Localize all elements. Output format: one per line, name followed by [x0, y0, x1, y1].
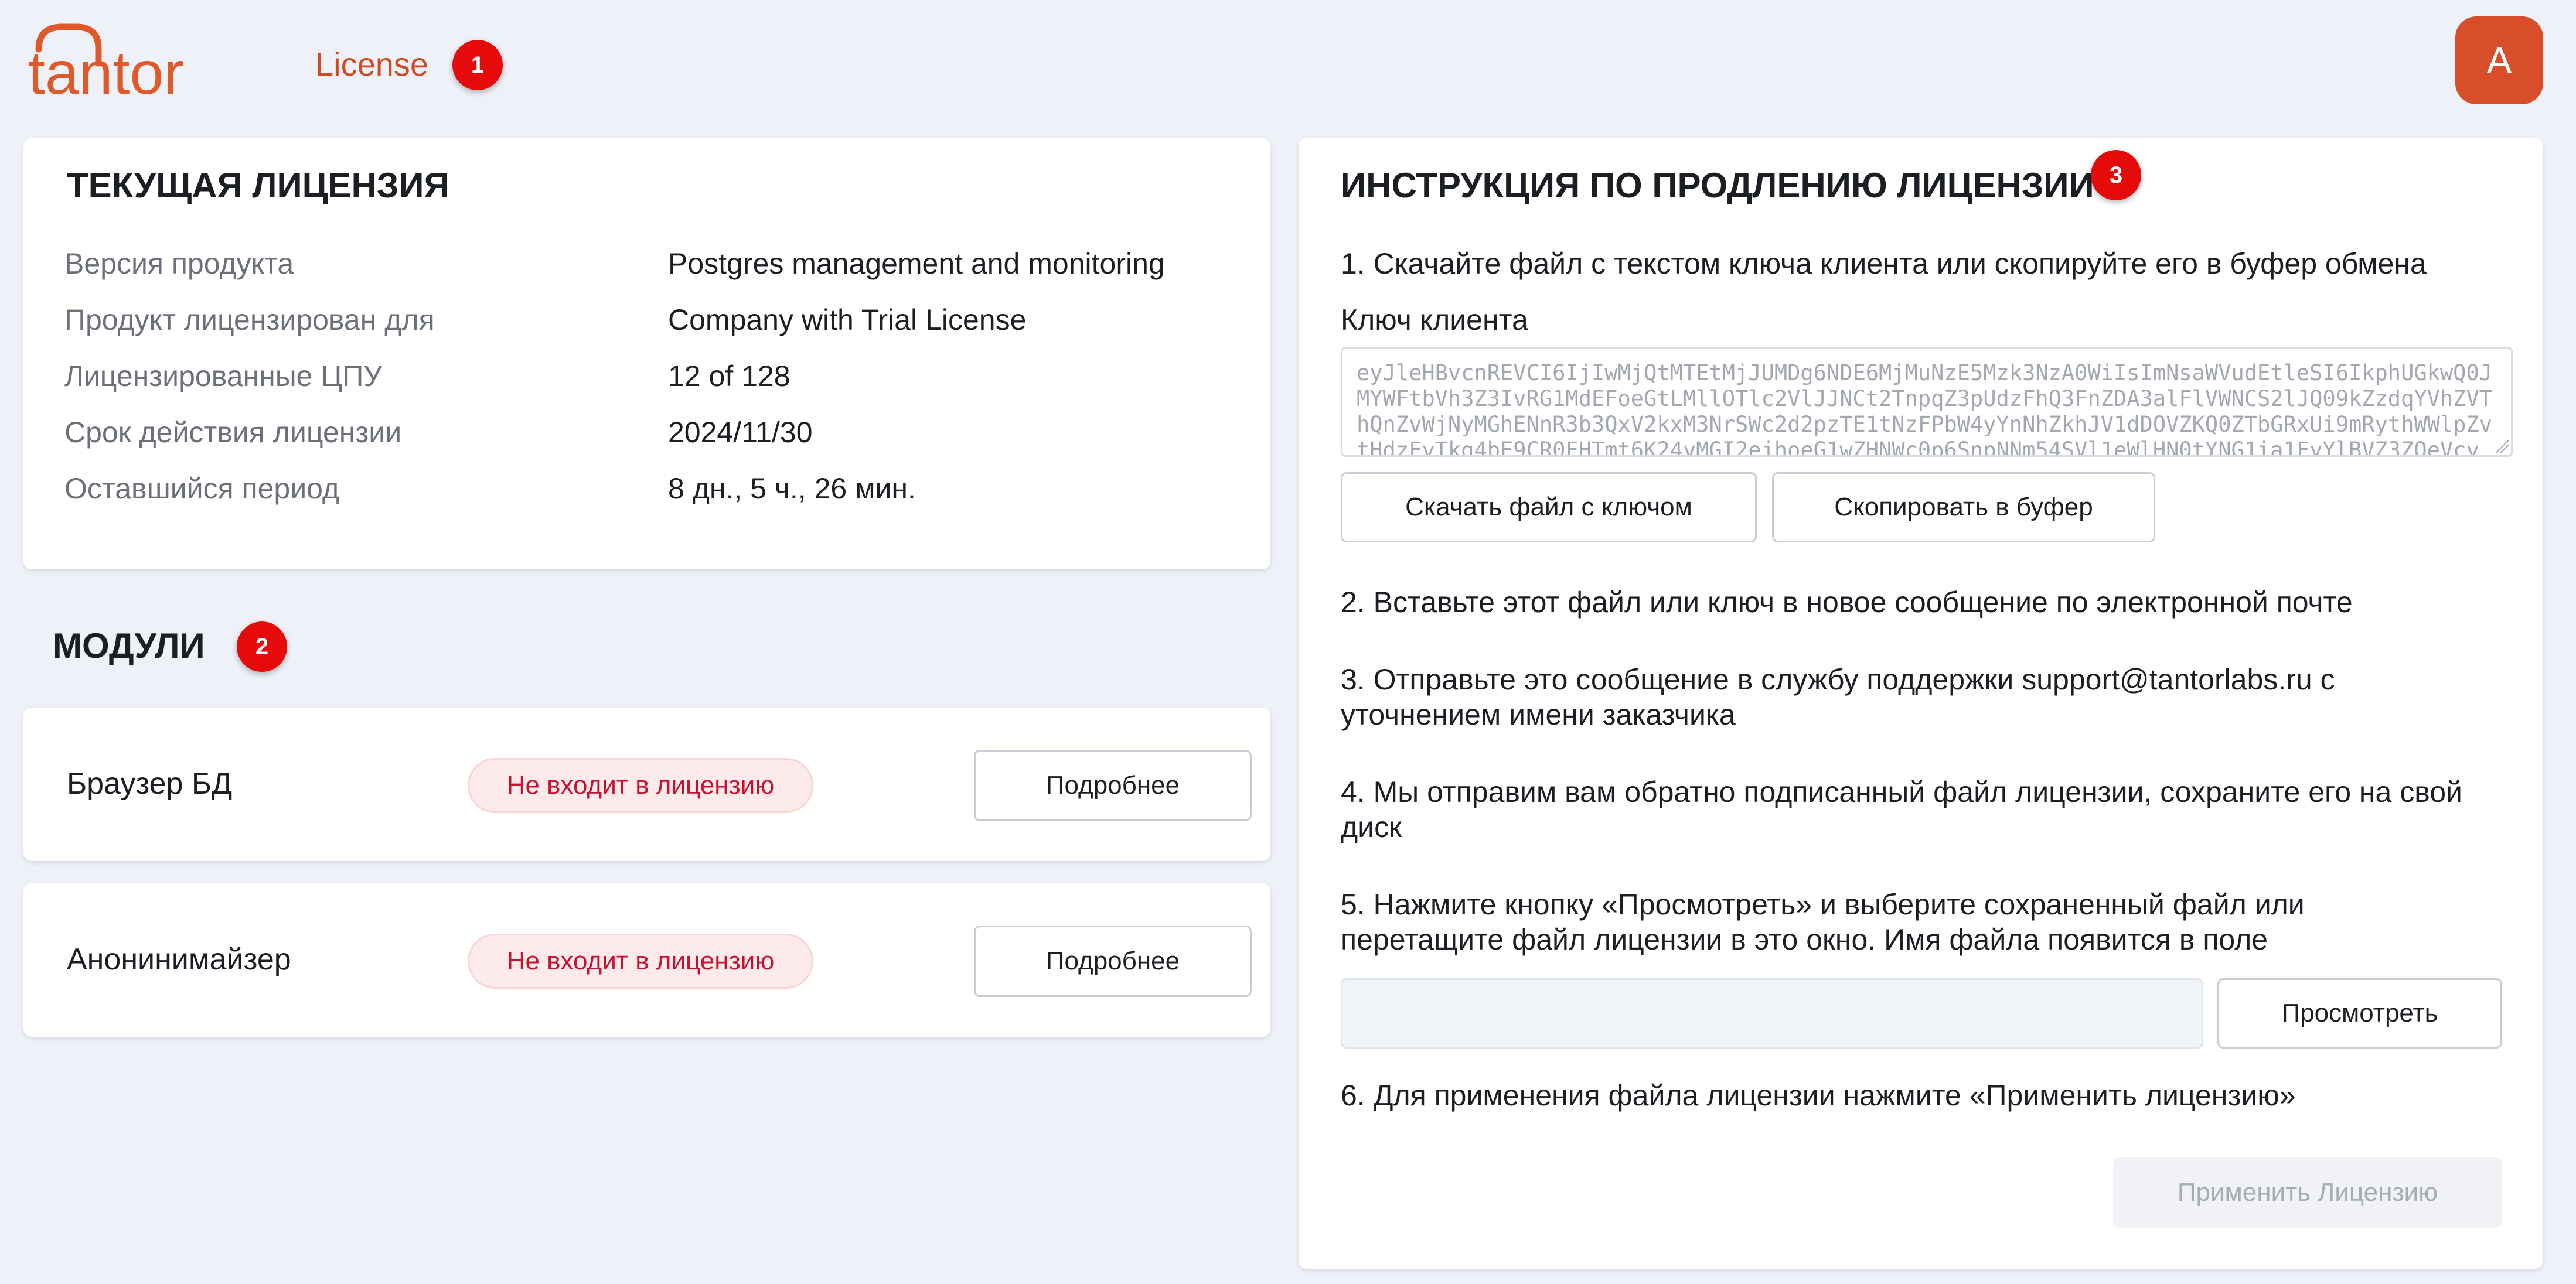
client-key-value: eyJleHBvcnREVCI6IjIwMjQtMTEtMjJUMDg6NDE6…	[1357, 360, 2493, 457]
license-row: Лицензированные ЦПУ 12 of 128	[64, 358, 1229, 394]
step-1-text: 1. Скачайте файл с текстом ключа клиента…	[1341, 247, 2427, 280]
license-row-value: 2024/11/30	[668, 416, 813, 449]
license-row-label: Лицензированные ЦПУ	[64, 360, 383, 392]
license-row-label: Версия продукта	[64, 247, 294, 280]
copy-key-button[interactable]: Скопировать в буфер	[1772, 472, 2155, 542]
license-row-value: Postgres management and monitoring	[668, 247, 1165, 280]
license-row-label: Продукт лицензирован для	[64, 303, 435, 336]
module-status-badge: Не входит в лицензию	[468, 758, 813, 813]
license-row-label: Оставшийся период	[64, 472, 340, 505]
apply-license-button[interactable]: Применить Лицензию	[2113, 1157, 2502, 1228]
step-2-text: 2. Вставьте этот файл или ключ в новое с…	[1341, 586, 2353, 619]
license-row: Продукт лицензирован для Company with Tr…	[64, 302, 1229, 337]
nav-badge: 1	[452, 40, 503, 90]
step-5-text: 5. Нажмите кнопку «Просмотреть» и выбери…	[1341, 888, 2305, 956]
license-row-value: 8 дн., 5 ч., 26 мин.	[668, 472, 916, 505]
client-key-label: Ключ клиента	[1341, 303, 1528, 336]
license-row-value: Company with Trial License	[668, 303, 1027, 336]
license-row: Версия продукта Postgres management and …	[64, 246, 1229, 281]
nav-license-link[interactable]: License	[315, 42, 428, 87]
logo-graphic: tantor	[28, 23, 184, 107]
tantor-logo[interactable]: tantor	[26, 22, 213, 107]
license-row-value: 12 of 128	[668, 360, 790, 392]
logo-text: tantor	[28, 39, 184, 102]
module-card: Браузер БД Не входит в лицензию Подробне…	[23, 708, 1270, 861]
module-status-badge: Не входит в лицензию	[468, 934, 813, 989]
instructions-card: ИНСТРУКЦИЯ ПО ПРОДЛЕНИЮ ЛИЦЕНЗИИ 3 1. Ск…	[1299, 138, 2543, 1269]
resize-handle-icon[interactable]	[2496, 440, 2509, 453]
module-details-button[interactable]: Подробнее	[974, 926, 1252, 997]
client-key-textarea[interactable]: eyJleHBvcnREVCI6IjIwMjQtMTEtMjJUMDg6NDE6…	[1341, 347, 2513, 457]
instructions-badge: 3	[2091, 150, 2141, 200]
modules-badge: 2	[237, 621, 287, 672]
download-key-button[interactable]: Скачать файл с ключом	[1341, 472, 1757, 542]
step-3-text: 3. Отправьте это сообщение в службу подд…	[1341, 663, 2335, 731]
module-details-button[interactable]: Подробнее	[974, 750, 1252, 821]
license-row-label: Срок действия лицензии	[64, 416, 402, 449]
current-license-card: ТЕКУЩАЯ ЛИЦЕНЗИЯ Версия продукта Postgre…	[23, 138, 1270, 569]
module-name: Браузер БД	[67, 767, 233, 801]
license-file-field[interactable]	[1341, 978, 2203, 1049]
step-4-text: 4. Мы отправим вам обратно подписанный ф…	[1341, 776, 2462, 844]
license-row: Оставшийся период 8 дн., 5 ч., 26 мин.	[64, 471, 1229, 506]
step-6-text: 6. Для применения файла лицензии нажмите…	[1341, 1079, 2296, 1112]
modules-title: МОДУЛИ	[53, 626, 205, 665]
license-row: Срок действия лицензии 2024/11/30	[64, 415, 1229, 450]
current-license-title: ТЕКУЩАЯ ЛИЦЕНЗИЯ	[67, 166, 449, 205]
instructions-title: ИНСТРУКЦИЯ ПО ПРОДЛЕНИЮ ЛИЦЕНЗИИ	[1341, 166, 2094, 205]
module-card: Анонинимайзер Не входит в лицензию Подро…	[23, 883, 1270, 1037]
browse-button[interactable]: Просмотреть	[2217, 978, 2502, 1049]
module-name: Анонинимайзер	[67, 942, 291, 976]
user-avatar[interactable]: A	[2455, 16, 2543, 104]
